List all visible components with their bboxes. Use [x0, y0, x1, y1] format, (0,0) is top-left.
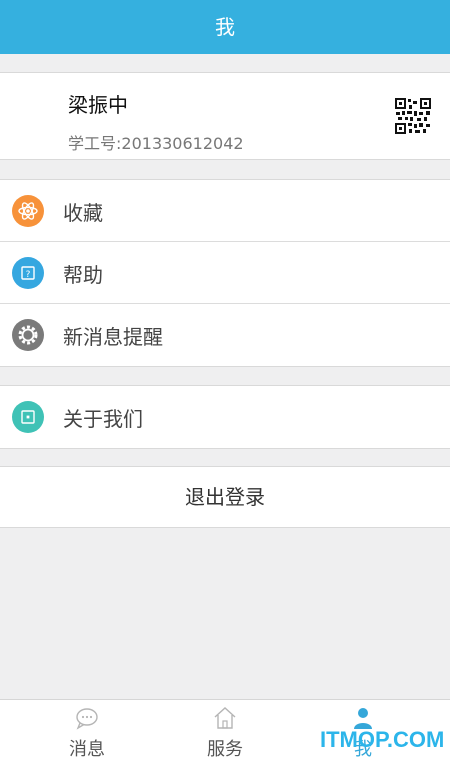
watermark: ITMOP.COM: [320, 727, 445, 752]
menu-item-label: 新消息提醒: [63, 325, 163, 349]
menu-item-notifications[interactable]: 新消息提醒: [0, 304, 450, 366]
user-id-value: 201330612042: [121, 134, 244, 153]
menu-group-main: 收藏 ? 帮助 新消息提醒: [0, 179, 450, 367]
atom-icon: [12, 195, 44, 227]
logout-label: 退出登录: [185, 485, 265, 509]
tab-label: 服务: [207, 739, 243, 760]
menu-item-favorites[interactable]: 收藏: [0, 180, 450, 242]
user-name: 梁振中: [68, 93, 128, 117]
chat-bubble-icon: [76, 708, 98, 730]
tab-label: 消息: [69, 739, 105, 760]
help-icon: ?: [12, 257, 44, 289]
page-header: 我: [0, 0, 450, 54]
profile-card[interactable]: 梁振中 学工号:201330612042: [0, 72, 450, 160]
logout-button[interactable]: 退出登录: [0, 466, 450, 528]
gear-icon: [12, 319, 44, 351]
page-title: 我: [215, 15, 235, 39]
menu-item-about-us[interactable]: 关于我们: [0, 386, 450, 448]
tab-messages[interactable]: 消息: [12, 700, 162, 767]
menu-item-label: 关于我们: [63, 407, 143, 431]
qr-code-icon[interactable]: [395, 98, 431, 134]
menu-item-help[interactable]: ? 帮助: [0, 242, 450, 304]
tab-services[interactable]: 服务: [150, 700, 300, 767]
user-id-label: 学工号:: [68, 134, 122, 153]
menu-group-about: 关于我们: [0, 385, 450, 449]
home-icon: [214, 707, 236, 729]
menu-item-label: 收藏: [63, 201, 103, 225]
user-id: 学工号:201330612042: [68, 130, 244, 154]
svg-text:?: ?: [26, 270, 31, 280]
info-icon: [12, 401, 44, 433]
menu-item-label: 帮助: [63, 263, 103, 287]
